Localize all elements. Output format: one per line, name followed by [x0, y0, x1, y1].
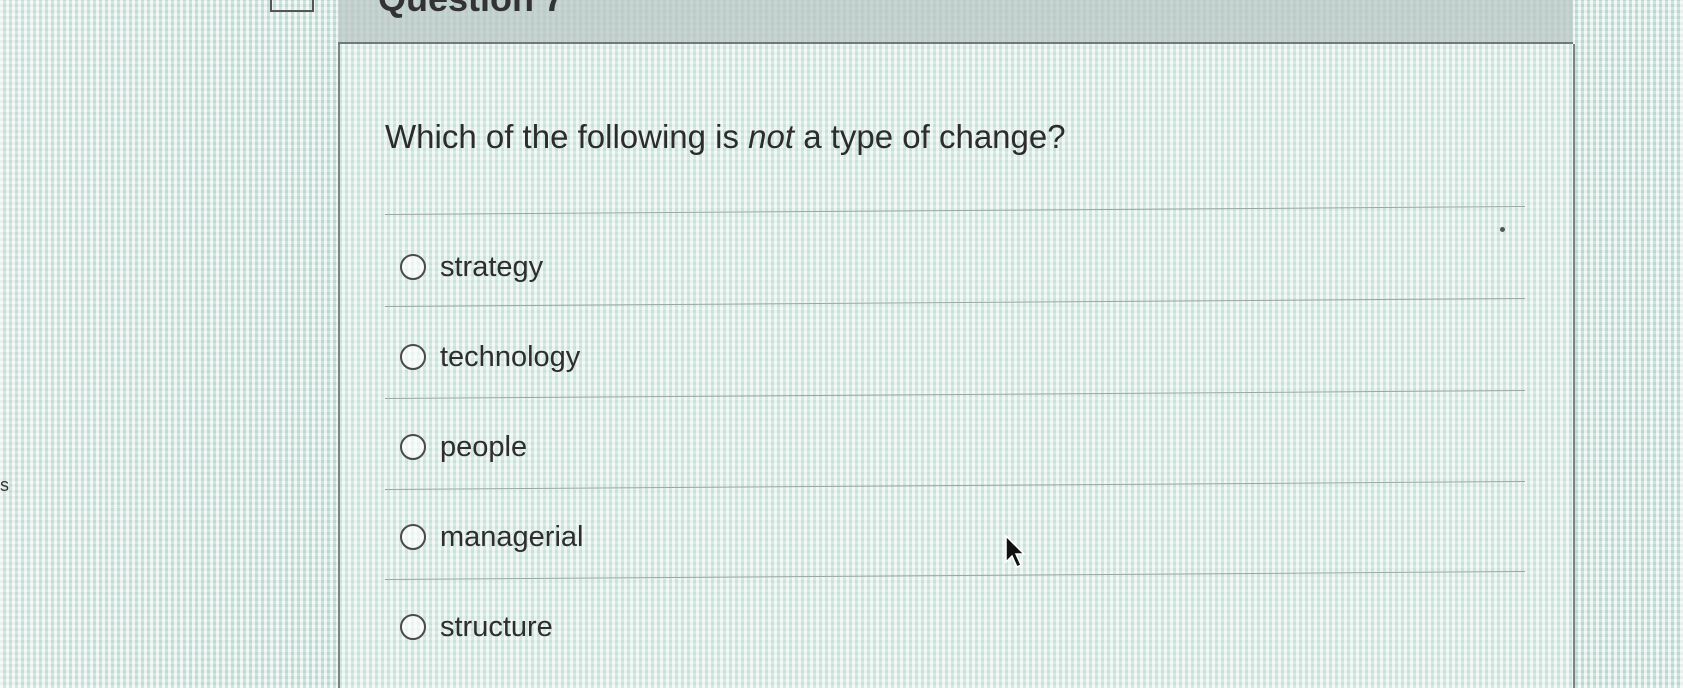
answer-option-label: strategy	[440, 250, 544, 283]
mouse-pointer-icon	[1005, 534, 1026, 569]
answer-option-managerial[interactable]: managerial	[400, 517, 583, 557]
answer-option-technology[interactable]: technology	[400, 337, 580, 377]
answer-option-label: technology	[440, 340, 581, 373]
answer-option-label: people	[440, 430, 528, 463]
dot-mark	[1500, 227, 1505, 232]
radio-button[interactable]	[400, 614, 426, 640]
question-prompt: Which of the following is not a type of …	[385, 118, 1066, 156]
radio-button[interactable]	[400, 254, 426, 280]
question-prompt-emphasis: not	[748, 118, 795, 155]
page-background-left	[0, 0, 335, 688]
radio-button[interactable]	[400, 524, 426, 550]
question-number-title: Question 7	[378, 0, 564, 20]
answer-option-people[interactable]: people	[400, 427, 527, 467]
answer-option-strategy[interactable]: strategy	[400, 247, 543, 287]
answer-option-label: structure	[440, 610, 553, 643]
question-prompt-prefix: Which of the following is	[385, 118, 749, 155]
radio-button[interactable]	[400, 434, 426, 460]
radio-button[interactable]	[400, 344, 426, 370]
answer-option-structure[interactable]: structure	[400, 607, 553, 647]
answer-option-label: managerial	[440, 520, 584, 553]
question-header: Question 7	[338, 0, 1573, 44]
flag-icon[interactable]	[270, 0, 314, 12]
side-edge-text: s	[0, 475, 9, 495]
question-prompt-suffix: a type of change?	[794, 118, 1066, 155]
